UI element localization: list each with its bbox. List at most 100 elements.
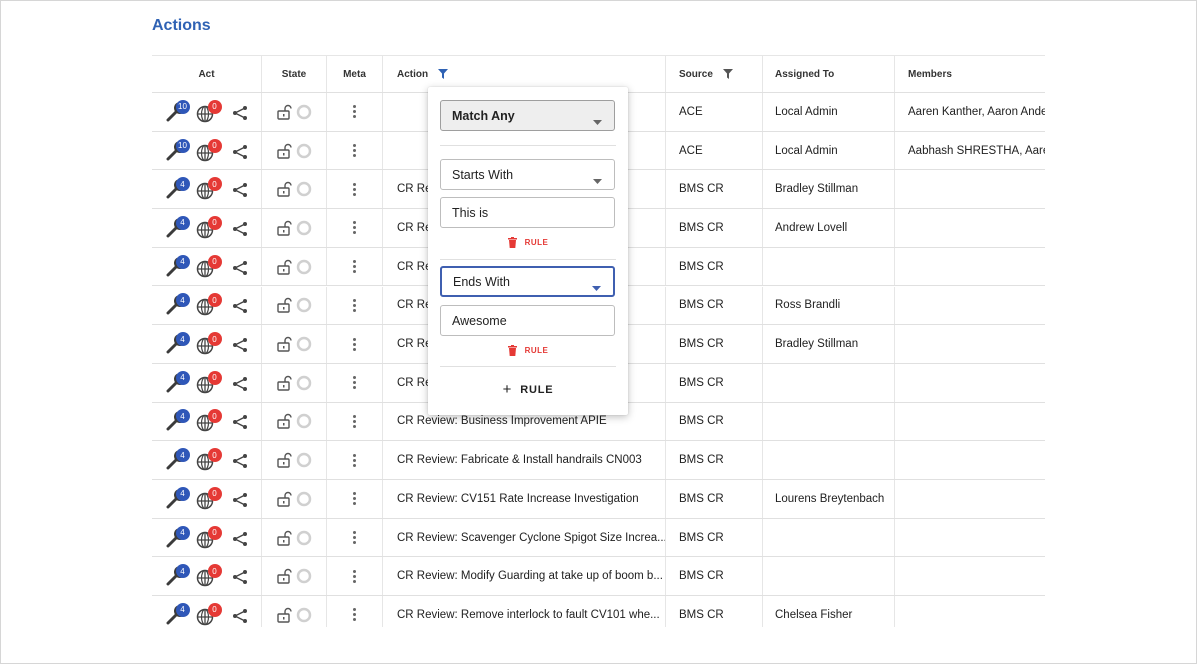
status-circle-icon[interactable] xyxy=(296,491,312,507)
state-icons xyxy=(276,336,312,352)
share-icon[interactable] xyxy=(232,453,248,472)
share-icon[interactable] xyxy=(232,105,248,124)
more-vert-icon[interactable] xyxy=(353,376,356,390)
members-cell xyxy=(895,480,1045,518)
unlock-icon[interactable] xyxy=(276,375,292,391)
status-circle-icon[interactable] xyxy=(296,220,312,236)
source-cell: BMS CR xyxy=(666,363,763,402)
more-vert-icon[interactable] xyxy=(353,569,356,583)
header-meta[interactable]: Meta xyxy=(327,56,383,92)
table-row[interactable]: 4 0 CR Review: Fabricate & Install handr… xyxy=(152,441,1045,480)
header-act[interactable]: Act xyxy=(152,56,262,92)
rule-2-value-input[interactable]: Awesome xyxy=(440,305,615,336)
more-vert-icon[interactable] xyxy=(353,453,356,467)
share-icon[interactable] xyxy=(232,531,248,550)
more-vert-icon[interactable] xyxy=(353,144,356,158)
match-mode-select[interactable]: Match Any xyxy=(440,100,615,131)
status-circle-icon[interactable] xyxy=(296,143,312,159)
unlock-icon[interactable] xyxy=(276,104,292,120)
unlock-icon[interactable] xyxy=(276,413,292,430)
rule-2-operator-select[interactable]: Ends With xyxy=(440,266,615,297)
share-icon[interactable] xyxy=(232,492,248,511)
status-circle-icon[interactable] xyxy=(296,104,312,120)
source-cell: BMS CR xyxy=(666,286,763,325)
unlock-icon[interactable] xyxy=(276,259,292,275)
unlock-icon[interactable] xyxy=(276,530,292,546)
share-icon[interactable] xyxy=(232,337,248,356)
share-icon[interactable] xyxy=(232,569,248,588)
more-vert-icon[interactable] xyxy=(353,260,356,274)
rule-1-delete-button[interactable]: RULE xyxy=(428,237,628,248)
table-row[interactable]: 4 0 CR Review: Remove interlock to fault… xyxy=(152,596,1045,627)
status-circle-icon[interactable] xyxy=(296,452,312,468)
source-cell: BMS CR xyxy=(666,480,763,518)
status-circle-icon[interactable] xyxy=(296,530,312,546)
rule-1-value-input[interactable]: This is xyxy=(440,197,615,228)
table-row[interactable]: 4 0 CR Review: Modify Guarding at take u… xyxy=(152,557,1045,597)
status-circle-icon[interactable] xyxy=(296,568,312,584)
table-row[interactable]: 4 0 CR Review: CV151 Rate Increase Inves… xyxy=(152,480,1045,519)
header-act-label: Act xyxy=(198,68,215,80)
unlock-icon[interactable] xyxy=(276,181,292,197)
tasks-count-badge: 4 xyxy=(175,602,190,617)
rule-1-operator-select[interactable]: Starts With xyxy=(440,159,615,190)
header-assigned[interactable]: Assigned To xyxy=(763,56,895,92)
share-icon[interactable] xyxy=(232,260,248,279)
unlock-icon[interactable] xyxy=(276,607,292,623)
share-icon[interactable] xyxy=(232,298,248,317)
more-vert-icon[interactable] xyxy=(353,414,356,428)
more-vert-icon[interactable] xyxy=(353,182,356,196)
status-circle-icon[interactable] xyxy=(296,607,312,623)
share-icon[interactable] xyxy=(232,608,248,627)
table-row[interactable]: 4 0 CR Review: Scavenger Cyclone Spigot … xyxy=(152,518,1045,558)
status-circle-icon[interactable] xyxy=(296,413,312,429)
assigned-cell: Bradley Stillman xyxy=(763,325,895,363)
rule-1-delete-label: RULE xyxy=(524,238,549,247)
share-icon[interactable] xyxy=(232,144,248,163)
unlock-icon[interactable] xyxy=(276,297,292,314)
action-filter-icon[interactable] xyxy=(438,69,449,79)
header-source[interactable]: Source xyxy=(666,56,763,92)
more-vert-icon[interactable] xyxy=(353,298,356,312)
act-icons: 4 0 xyxy=(162,564,252,588)
share-icon[interactable] xyxy=(232,376,248,395)
share-icon[interactable] xyxy=(232,221,248,240)
unlock-icon[interactable] xyxy=(276,568,292,584)
more-vert-icon[interactable] xyxy=(353,105,356,119)
assigned-cell: Bradley Stillman xyxy=(763,170,895,209)
status-circle-icon[interactable] xyxy=(296,181,312,197)
meta-cell xyxy=(327,286,383,325)
more-vert-icon[interactable] xyxy=(353,337,356,351)
unlock-icon[interactable] xyxy=(276,143,292,159)
more-vert-icon[interactable] xyxy=(353,531,356,545)
unlock-icon[interactable] xyxy=(276,220,292,236)
assigned-cell xyxy=(763,247,895,286)
members-cell xyxy=(895,596,1045,627)
members-cell xyxy=(895,248,1045,286)
header-members[interactable]: Members xyxy=(895,56,1045,92)
state-icons xyxy=(276,452,312,468)
add-rule-button[interactable]: + RULE xyxy=(428,381,628,398)
more-vert-icon[interactable] xyxy=(353,492,356,506)
unlock-icon[interactable] xyxy=(276,452,292,468)
assigned-cell xyxy=(763,557,895,596)
header-state[interactable]: State xyxy=(262,56,327,92)
more-vert-icon[interactable] xyxy=(353,608,356,622)
more-vert-icon[interactable] xyxy=(353,221,356,235)
act-cell: 4 0 xyxy=(152,363,262,402)
unlock-icon[interactable] xyxy=(276,336,292,352)
action-cell: CR Review: CV151 Rate Increase Investiga… xyxy=(383,480,666,518)
status-circle-icon[interactable] xyxy=(296,375,312,391)
status-circle-icon[interactable] xyxy=(296,297,312,313)
act-icons: 4 0 xyxy=(162,409,252,433)
share-icon[interactable] xyxy=(232,182,248,201)
status-circle-icon[interactable] xyxy=(296,336,312,352)
state-cell xyxy=(262,286,327,325)
trash-icon xyxy=(507,345,517,356)
status-circle-icon[interactable] xyxy=(296,259,312,275)
header-state-label: State xyxy=(281,68,307,80)
source-filter-icon[interactable] xyxy=(722,69,733,79)
rule-2-delete-button[interactable]: RULE xyxy=(428,345,628,356)
share-icon[interactable] xyxy=(232,414,248,433)
unlock-icon[interactable] xyxy=(276,491,292,507)
